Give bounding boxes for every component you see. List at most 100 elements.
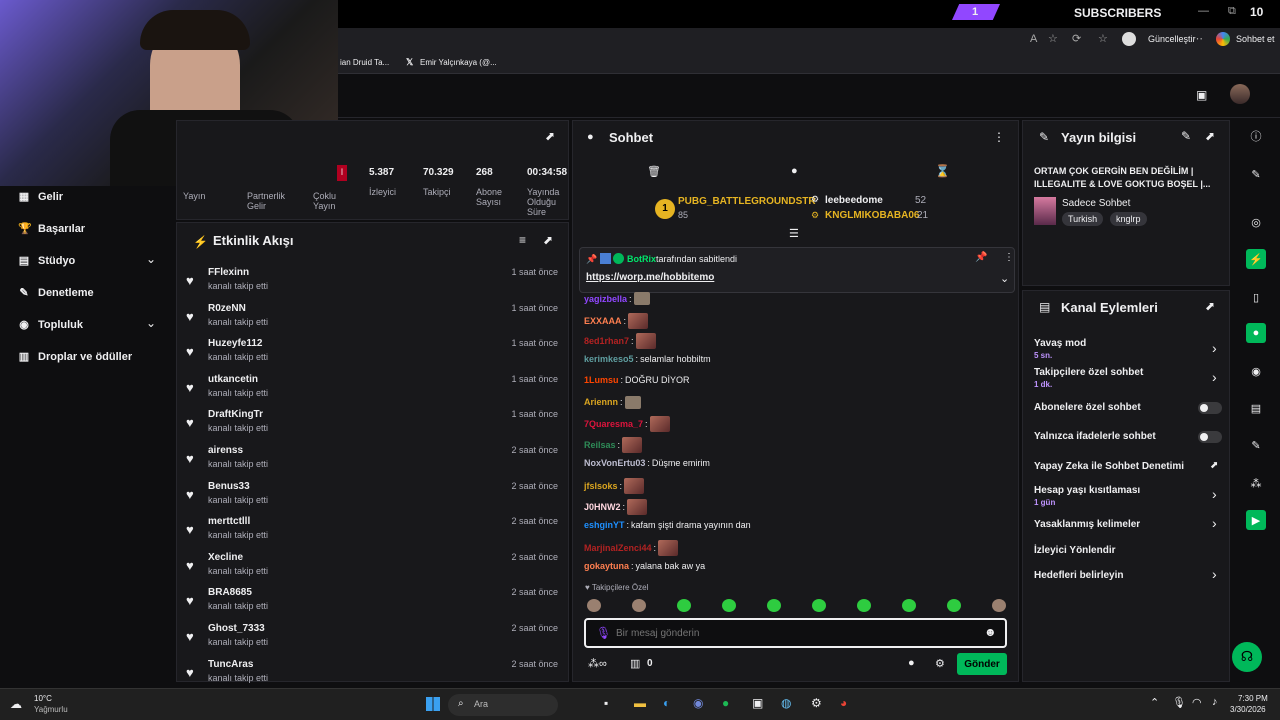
stream-category[interactable]: Sadece Sohbet: [1062, 198, 1130, 209]
action-redirect-viewers[interactable]: İzleyici Yönlendir: [1034, 545, 1116, 556]
read-aloud-icon[interactable]: A: [1030, 33, 1037, 45]
clock-date[interactable]: 3/30/2026: [1230, 705, 1266, 714]
collapse-icon[interactable]: ☰: [789, 227, 799, 240]
chat-username[interactable]: kerimkeso5: [584, 354, 634, 364]
chat-username[interactable]: Reilsas: [584, 440, 616, 450]
chevron-right-icon[interactable]: ›: [1212, 369, 1217, 385]
send-button[interactable]: Gönder: [957, 653, 1007, 675]
popout-icon[interactable]: ⬈: [1205, 299, 1215, 313]
chat-username[interactable]: gokaytuna: [584, 561, 629, 571]
microphone-icon[interactable]: 🎙: [596, 626, 611, 640]
bookmark-item[interactable]: ian Druid Ta...: [340, 58, 389, 67]
chat-username[interactable]: 1Lumsu: [584, 375, 619, 385]
settings-icon[interactable]: ⚙: [811, 696, 822, 710]
search-box[interactable]: ⌕ Ara: [448, 694, 558, 716]
emote-picker-item[interactable]: [992, 599, 1006, 612]
sidebar-item-gelir[interactable]: ▦ Gelir: [18, 190, 63, 204]
chat-username[interactable]: 7Quaresma_7: [584, 419, 643, 429]
avatar[interactable]: [1230, 84, 1250, 104]
action-ai-moderation[interactable]: Yapay Zeka ile Sohbet Denetimi: [1034, 461, 1184, 472]
chat-username[interactable]: eshginYT: [584, 520, 625, 530]
gift-icon[interactable]: ▣: [1196, 88, 1207, 102]
feed-username[interactable]: Benus33: [208, 481, 250, 492]
edit-icon[interactable]: ✎: [1246, 164, 1266, 184]
chat-bubble-icon[interactable]: ●: [908, 657, 915, 669]
help-icon[interactable]: ☊: [1232, 642, 1262, 672]
external-link-icon[interactable]: ⬈: [1210, 460, 1218, 471]
channel-icon[interactable]: ▤: [1246, 398, 1266, 418]
emote-picker-item[interactable]: [812, 599, 826, 612]
emote-only-toggle[interactable]: [1198, 431, 1222, 443]
chat-bubble-icon[interactable]: ●: [1246, 323, 1266, 343]
feed-username[interactable]: BRA8685: [208, 587, 252, 598]
chat-username[interactable]: EXXAAA: [584, 316, 622, 326]
feed-username[interactable]: DraftKingTr: [208, 409, 263, 420]
collections-icon[interactable]: ☆: [1098, 32, 1108, 45]
chat-username[interactable]: 8ed1rhan7: [584, 336, 629, 346]
emote-picker-item[interactable]: [902, 599, 916, 612]
favorite-icon[interactable]: ☆: [1048, 32, 1058, 45]
broadcast-icon[interactable]: ◉: [1246, 361, 1266, 381]
minimize-icon[interactable]: —: [1198, 5, 1209, 17]
action-slow-mode[interactable]: Yavaş mod 5 sn.: [1034, 338, 1086, 360]
points-icon[interactable]: ⁂∞: [588, 657, 607, 670]
feed-username[interactable]: Huzeyfe112: [208, 338, 262, 349]
stream-tag[interactable]: Turkish: [1062, 212, 1104, 226]
emote-picker-item[interactable]: [632, 599, 646, 612]
action-followers-only[interactable]: Takipçilere özel sohbet 1 dk.: [1034, 367, 1143, 389]
chat-username[interactable]: jfslsoks: [584, 481, 618, 491]
profile-icon[interactable]: [1122, 32, 1136, 46]
emote-picker-item[interactable]: [947, 599, 961, 612]
chat-username[interactable]: Ariennn: [584, 397, 618, 407]
sidebar-item-droplar[interactable]: ▥ Droplar ve ödüller: [18, 350, 132, 364]
video-icon[interactable]: ▶: [1246, 510, 1266, 530]
feed-username[interactable]: airenss: [208, 445, 243, 456]
chat-username[interactable]: NoxVonErtu03: [584, 458, 645, 468]
more-vertical-icon[interactable]: ⋮: [1004, 252, 1014, 263]
filter-icon[interactable]: ≡: [519, 233, 526, 247]
feed-username[interactable]: Ghost_7333: [208, 623, 265, 634]
feed-username[interactable]: Xecline: [208, 552, 243, 563]
emote-picker-item[interactable]: [767, 599, 781, 612]
emote-picker-item[interactable]: [677, 599, 691, 612]
feed-username[interactable]: FFlexinn: [208, 267, 249, 278]
chevron-right-icon[interactable]: ›: [1212, 486, 1217, 502]
steam-icon[interactable]: ◍: [781, 696, 791, 710]
chrome-icon[interactable]: ◕: [840, 696, 847, 710]
feed-username[interactable]: TuncAras: [208, 659, 253, 670]
feed-username[interactable]: merttctlll: [208, 516, 250, 527]
volume-icon[interactable]: ♪: [1212, 696, 1218, 708]
chevron-down-icon[interactable]: ⌄: [146, 252, 156, 266]
stream-tag[interactable]: knglrp: [1110, 212, 1147, 226]
chevron-right-icon[interactable]: ›: [1212, 340, 1217, 356]
chevron-right-icon[interactable]: ›: [1212, 566, 1217, 582]
emoji-icon[interactable]: ☻: [984, 625, 997, 639]
popout-icon[interactable]: ⬈: [545, 129, 555, 143]
sidebar-item-denetleme[interactable]: ✎ Denetleme: [18, 286, 93, 300]
chat-username[interactable]: MarjinalZenci44: [584, 543, 652, 553]
emote-picker-item[interactable]: [587, 599, 601, 612]
microphone-icon[interactable]: 🎙: [1172, 696, 1186, 709]
copilot-chat-button[interactable]: Sohbet et: [1236, 34, 1275, 44]
document-icon[interactable]: ▯: [1246, 287, 1266, 307]
chat-username[interactable]: yagizbella: [584, 294, 627, 304]
chevron-right-icon[interactable]: ›: [1212, 515, 1217, 531]
wifi-icon[interactable]: ◠: [1192, 696, 1202, 709]
store-icon[interactable]: ▥: [630, 657, 640, 670]
action-banned-words[interactable]: Yasaklanmış kelimeler: [1034, 519, 1140, 530]
chevron-up-icon[interactable]: ⌃: [1150, 696, 1159, 709]
emote-picker-item[interactable]: [722, 599, 736, 612]
copilot-icon[interactable]: [1216, 32, 1230, 46]
update-button[interactable]: Güncelleştir: [1148, 34, 1196, 44]
bookmark-item[interactable]: Emir Yalçınkaya (@...: [420, 58, 497, 67]
action-account-age[interactable]: Hesap yaşı kısıtlaması 1 gün: [1034, 485, 1140, 507]
sidebar-item-basarilar[interactable]: 🏆 Başarılar: [18, 222, 85, 236]
chat-input[interactable]: [616, 624, 956, 642]
sidebar-item-topluluk[interactable]: ◉ Topluluk: [18, 318, 83, 332]
file-explorer-icon[interactable]: ▬: [634, 696, 646, 710]
chevron-down-icon[interactable]: ⌄: [146, 316, 156, 330]
chat-bubble-icon[interactable]: ●: [791, 165, 798, 177]
extensions-icon[interactable]: ⟳: [1072, 32, 1081, 45]
windows-start-icon[interactable]: [426, 697, 440, 711]
feed-username[interactable]: R0zeNN: [208, 303, 246, 314]
